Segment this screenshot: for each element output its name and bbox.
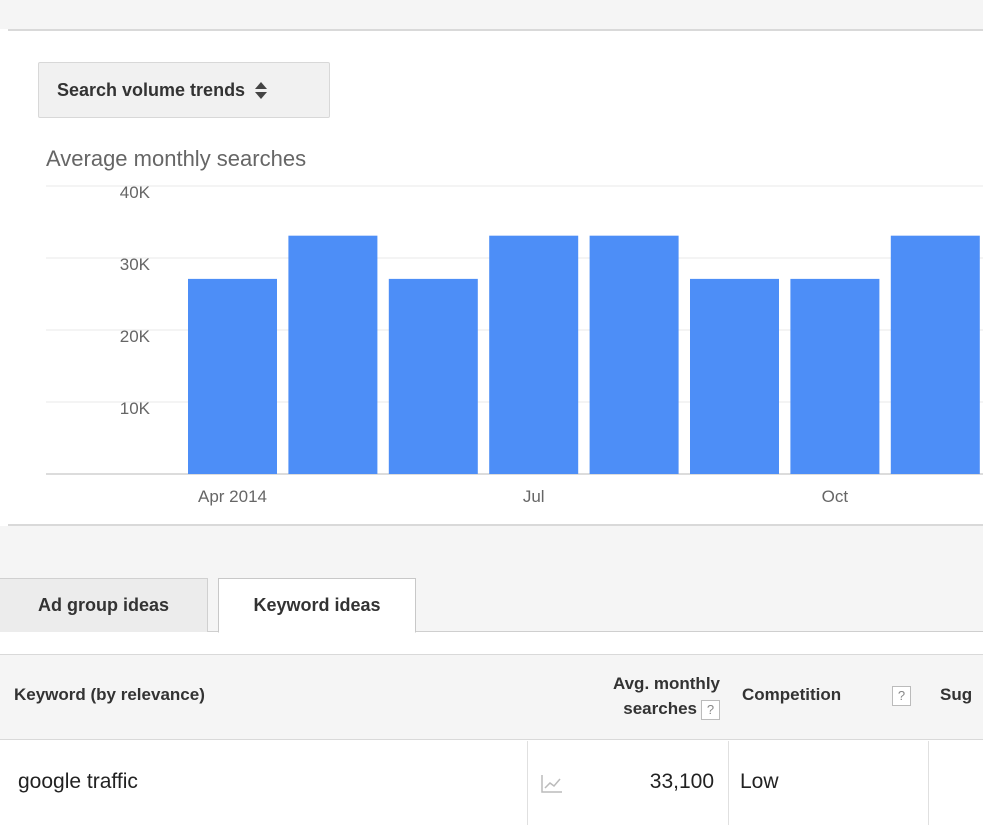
- x-tick-label: Apr 2014: [198, 487, 267, 506]
- cell-divider: [728, 741, 729, 825]
- help-icon[interactable]: ?: [892, 686, 911, 706]
- cell-divider: [527, 741, 528, 825]
- bar-may[interactable]: [288, 235, 378, 474]
- column-header-competition[interactable]: Competition: [742, 685, 841, 705]
- avg-searches-cell: 33,100: [649, 770, 714, 793]
- header-line: Avg. monthly: [612, 674, 720, 693]
- metric-selector-label: Search volume trends: [57, 79, 246, 100]
- bar-sep[interactable]: [690, 278, 779, 474]
- column-header-avg-monthly-searches[interactable]: Avg. monthly searches?: [560, 671, 720, 721]
- tab-ad-group-ideas[interactable]: Ad group ideas: [0, 578, 208, 632]
- top-band: [0, 0, 983, 29]
- table-row: [0, 741, 983, 825]
- cell-divider: [928, 741, 929, 825]
- column-header-keyword[interactable]: Keyword (by relevance): [14, 685, 205, 705]
- tab-label: Keyword ideas: [253, 595, 381, 615]
- bar-oct[interactable]: [790, 278, 880, 474]
- tab-keyword-ideas[interactable]: Keyword ideas: [218, 578, 416, 633]
- x-tick-label: Oct: [822, 487, 849, 506]
- divider: [8, 29, 983, 31]
- bar-jun[interactable]: [388, 278, 478, 474]
- header-line: searches: [623, 699, 697, 718]
- keyword-cell[interactable]: google traffic: [18, 770, 138, 794]
- sort-arrows-icon: [255, 81, 268, 99]
- chart-title: Average monthly searches: [46, 146, 307, 171]
- y-tick-label: 30K: [120, 255, 151, 274]
- metric-selector[interactable]: Search volume trends: [38, 62, 330, 118]
- y-tick-label: 20K: [120, 327, 151, 346]
- tab-label: Ad group ideas: [37, 595, 169, 615]
- bar-jul[interactable]: [489, 235, 579, 474]
- search-volume-chart: 10K 20K 30K 40K Apr 2014 Jul Oct: [46, 183, 983, 506]
- table-header: Keyword (by relevance) Avg. monthly sear…: [0, 654, 983, 740]
- bar-nov[interactable]: [890, 235, 980, 474]
- y-tick-label: 40K: [120, 183, 151, 202]
- x-tick-label: Jul: [523, 487, 545, 506]
- bar-apr-2014[interactable]: [188, 278, 277, 474]
- column-header-suggested-bid[interactable]: Sug: [940, 685, 972, 705]
- bar-aug[interactable]: [589, 235, 679, 474]
- y-tick-label: 10K: [120, 399, 151, 418]
- help-icon[interactable]: ?: [701, 699, 720, 720]
- competition-cell: Low: [740, 770, 779, 793]
